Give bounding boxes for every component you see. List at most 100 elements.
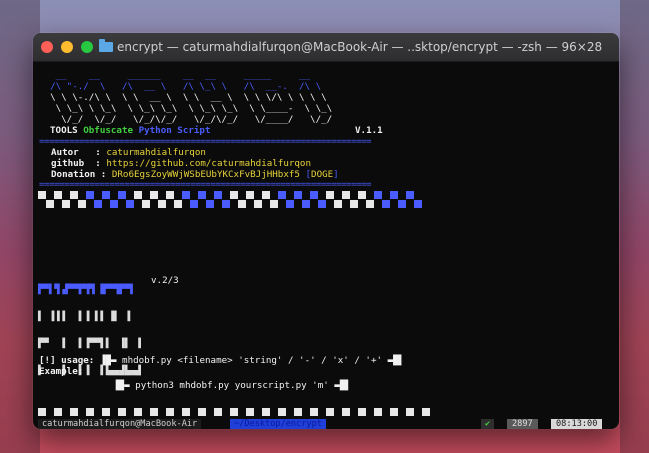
checker-cell [222,191,230,199]
python-logo-line: ▛▀ ▐ ▐ ▛▀▜▐ ▐▌ ▐ [38,339,141,349]
checker-cell [230,200,238,208]
checker-cell [118,191,126,199]
checker-cell [350,191,358,199]
checker-cell [342,408,350,416]
checker-cell [262,200,270,208]
python-version: v.2/3 [151,275,179,286]
checker-cell [262,408,270,416]
checker-cell [166,200,174,208]
checker-cell [238,200,246,208]
checker-cell [118,408,126,416]
checker-cell [398,200,406,208]
checker-cell [254,408,262,416]
usage-line: [!] usage: ▐█▬ mhdobf.py <filename> 'str… [39,355,405,366]
checker-cell [166,191,174,199]
checker-bar-bottom [38,200,422,208]
checker-cell [134,200,142,208]
close-button[interactable] [41,41,53,53]
python-logo-line: ▌ ▐▐▐ ▐ ▌▐▐ ▐▌ ▐ [38,312,131,322]
checker-cell [246,191,254,199]
zoom-button[interactable] [81,41,93,53]
terminal-window[interactable]: encrypt — caturmahdialfurqon@MacBook-Air… [33,33,619,429]
github-row: github : https://github.com/caturmahdial… [51,158,311,169]
checker-cell [190,200,198,208]
title-bar[interactable]: encrypt — caturmahdialfurqon@MacBook-Air… [33,33,619,62]
checker-cell [342,191,350,199]
checker-cell [278,191,286,199]
checker-cell [182,200,190,208]
checker-cell [206,191,214,199]
checker-cell [326,191,334,199]
checker-cell [150,191,158,199]
terminal-output[interactable]: __ __ ______ __ __ _____ __ /\ "-./ \ /\… [33,62,619,429]
prompt-user: caturmahdialfurqon@MacBook-Air [38,419,202,429]
checker-cell [414,408,422,416]
checker-cell [334,191,342,199]
checker-cell [286,200,294,208]
checker-cell [374,191,382,199]
checker-cell [222,408,230,416]
banner-line: \ \_\ \ \_\ \ \_\ \_\ \ \_\ \_\ \ \____-… [39,103,333,114]
checker-cell [166,408,174,416]
banner-line: __ __ ______ __ __ _____ __ [39,70,311,81]
checker-cell [142,408,150,416]
checker-cell [398,191,406,199]
plug-left-icon: ▐█▬ [113,380,130,391]
checker-cell [422,408,430,416]
checker-cell [142,200,150,208]
checker-cell [54,191,62,199]
checker-cell [406,408,414,416]
checker-cell [118,200,126,208]
checker-cell [46,191,54,199]
checker-cell [382,191,390,199]
checker-cell [270,191,278,199]
prompt-path: ~/Desktop/encrypt [230,419,326,429]
checker-cell [294,191,302,199]
checker-cell [110,200,118,208]
checker-cell [134,191,142,199]
checker-cell [222,200,230,208]
checker-cell [182,191,190,199]
checker-cell [206,200,214,208]
banner-line: \/_/ \/_/ \/_/\/_/ \/_/\/_/ \/____/ \/_/ [39,114,333,125]
checker-cell [326,200,334,208]
checker-cell [318,200,326,208]
checker-cell [374,200,382,208]
checker-cell [358,191,366,199]
checker-bar-top [38,191,422,199]
checker-cell [326,408,334,416]
checker-cell [254,200,262,208]
checker-cell [158,200,166,208]
banner-line: \ \ \-./\ \ \ \ __ \ \ \ __ \ \ \ \/\ \ … [39,92,327,103]
checker-cell [262,191,270,199]
checker-cell [102,200,110,208]
separator-line: ========================================… [39,136,372,147]
checker-cell [382,200,390,208]
checker-cell [110,191,118,199]
checker-cell [366,191,374,199]
checker-cell [70,191,78,199]
checker-cell [286,191,294,199]
example-line: ▐█▬ python3 mhdobf.py yourscript.py 'm' … [113,380,351,391]
checker-cell [350,408,358,416]
checker-cell [174,200,182,208]
minimize-button[interactable] [61,41,73,53]
checker-cell [62,408,70,416]
checker-cell [86,408,94,416]
checker-cell [198,408,206,416]
checker-cell [374,408,382,416]
checker-cell [190,408,198,416]
checker-cell [358,408,366,416]
checker-cell [86,200,94,208]
checker-cell [414,191,422,199]
checker-cell [46,408,54,416]
plug-right-icon: ▬█▌ [334,380,351,391]
checker-cell [190,191,198,199]
example-label: Example: [39,366,84,377]
checker-cell [358,200,366,208]
checker-cell [278,200,286,208]
checker-cell [302,200,310,208]
folder-icon [99,39,113,52]
checker-cell [62,200,70,208]
checker-cell [126,191,134,199]
